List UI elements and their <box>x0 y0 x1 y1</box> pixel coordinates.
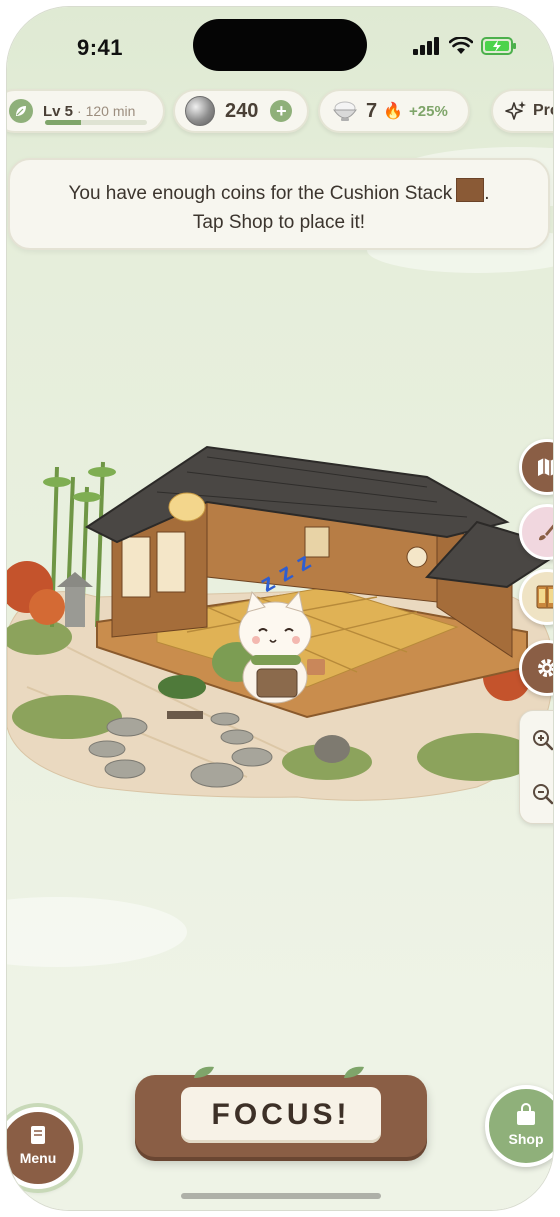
focus-panel: FOCUS! <box>135 1066 427 1157</box>
zoom-out-button[interactable] <box>528 779 553 809</box>
level-progress-bar <box>45 120 147 125</box>
leaf-icon <box>194 1066 214 1078</box>
home-indicator <box>181 1193 381 1199</box>
coins-chip[interactable]: 240 + <box>173 89 309 133</box>
sparkle-icon <box>505 101 526 120</box>
cloud <box>7 897 187 967</box>
level-chip[interactable]: Lv 5 · 120 min <box>7 89 165 133</box>
shopping-bag-icon <box>517 1103 535 1125</box>
signal-icon <box>413 37 439 55</box>
map-icon <box>538 458 553 476</box>
dynamic-island <box>193 19 367 71</box>
coin-icon <box>185 96 215 126</box>
zoom-in-icon <box>533 730 553 751</box>
add-coins-button[interactable]: + <box>270 100 293 122</box>
shop-label: Shop <box>508 1131 544 1147</box>
menu-label: Menu <box>19 1150 57 1166</box>
toast-line-2: Tap Shop to place it! <box>192 212 366 233</box>
level-label: Lv 5 <box>43 102 74 120</box>
level-progress-fill <box>45 120 81 125</box>
cushion-stack-icon <box>456 178 485 202</box>
closet-icon <box>536 585 553 609</box>
pro-label: Pro <box>533 102 553 119</box>
toast-text-1: You have enough coins for the Cushion St… <box>68 183 453 204</box>
battery-icon <box>481 37 516 55</box>
shop-button[interactable]: Shop <box>485 1085 553 1167</box>
zoom-out-icon <box>533 784 553 805</box>
leaf-icon <box>9 99 33 123</box>
moss-patch <box>12 695 122 739</box>
toast-line-1: You have enough coins for the Cushion St… <box>10 178 548 208</box>
status-time: 9:41 <box>77 35 124 60</box>
menu-button[interactable]: Menu <box>7 1107 79 1189</box>
flame-icon: 🔥 <box>383 103 404 120</box>
rice-bowl-icon <box>333 101 357 121</box>
top-hud: Lv 5 · 120 min 240 + 7 🔥 +25% Pro <box>7 89 553 139</box>
status-icons <box>413 37 517 55</box>
pro-chip[interactable]: Pro <box>491 89 553 133</box>
streak-count: 7 <box>366 99 378 122</box>
coin-balance: 240 <box>225 99 259 122</box>
hint-toast: You have enough coins for the Cushion St… <box>8 158 550 250</box>
level-minutes: · 120 min <box>77 103 136 119</box>
zoom-controls <box>519 710 553 824</box>
toast-period: . <box>484 183 490 204</box>
journal-icon <box>31 1126 45 1144</box>
focus-button[interactable]: FOCUS! <box>181 1087 381 1143</box>
streak-bonus: +25% <box>409 102 448 120</box>
zoom-in-button[interactable] <box>528 725 553 755</box>
wifi-icon <box>449 37 473 54</box>
leaf-icon <box>344 1066 364 1078</box>
status-bar: 9:41 <box>7 7 553 85</box>
gear-icon <box>538 659 553 677</box>
brush-icon <box>539 524 553 541</box>
streak-chip[interactable]: 7 🔥 +25% <box>318 89 470 133</box>
garden-house-scene[interactable] <box>7 427 553 827</box>
phone-screen: 9:41 Lv 5 · 120 min 240 + 7 🔥 +25% Pr Yo… <box>7 7 553 1210</box>
